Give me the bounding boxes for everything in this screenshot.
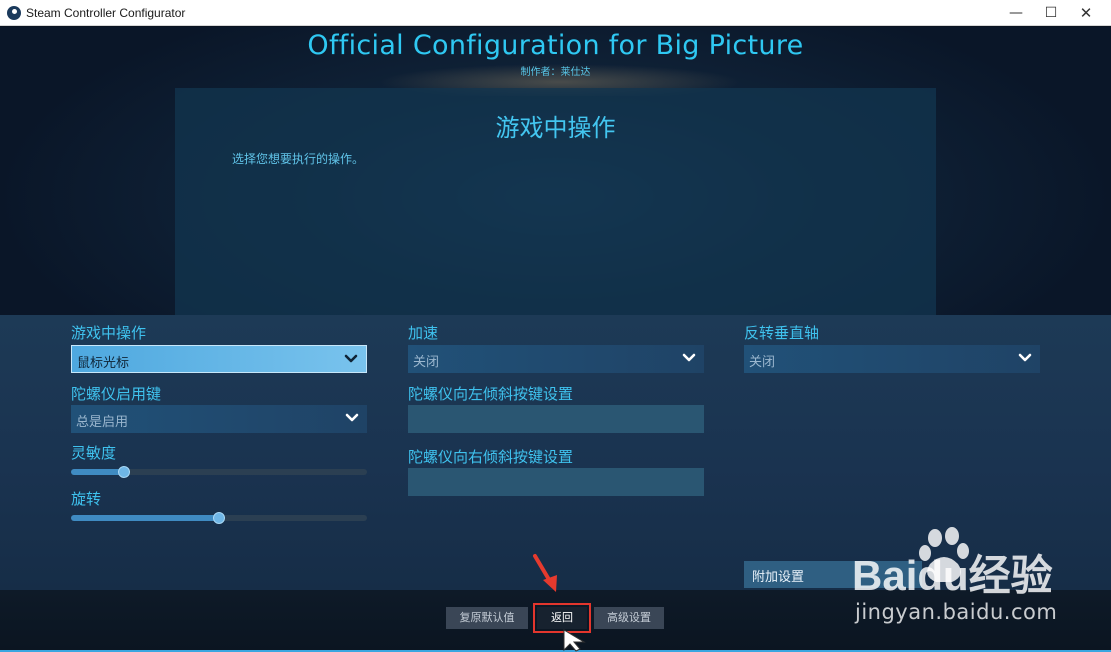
invert-vertical-value: 关闭 <box>749 355 776 370</box>
minimize-button[interactable]: — <box>998 0 1034 26</box>
gyro-tilt-right-label: 陀螺仪向右倾斜按键设置 <box>408 448 574 466</box>
chevron-down-icon <box>345 413 359 422</box>
in-game-action-value: 鼠标光标 <box>77 356 130 371</box>
close-button[interactable]: ✕ <box>1068 0 1104 26</box>
gyro-enable-value: 总是启用 <box>76 415 129 430</box>
panel-description: 选择您想要执行的操作。 <box>232 152 365 166</box>
rotation-slider-fill <box>71 515 219 521</box>
invert-vertical-dropdown[interactable]: 关闭 <box>744 345 1040 373</box>
gyro-enable-dropdown[interactable]: 总是启用 <box>71 405 367 433</box>
sensitivity-label: 灵敏度 <box>71 444 117 462</box>
rotation-slider[interactable] <box>71 512 367 524</box>
chevron-down-icon <box>1018 353 1032 362</box>
acceleration-label: 加速 <box>408 324 439 342</box>
rotation-slider-thumb[interactable] <box>213 512 225 524</box>
sensitivity-slider-fill <box>71 469 124 475</box>
rotation-label: 旋转 <box>71 490 102 508</box>
maximize-button[interactable]: ☐ <box>1033 0 1069 26</box>
gyro-tilt-left-binding[interactable] <box>408 405 704 433</box>
watermark-brand: Baidu经验 <box>852 552 1053 599</box>
steam-icon <box>7 6 21 20</box>
window-title: Steam Controller Configurator <box>26 6 186 20</box>
title-bar: Steam Controller Configurator — ☐ ✕ <box>0 0 1111 26</box>
config-author: 制作者：莱仕达 <box>520 67 591 78</box>
red-arrow-icon <box>533 554 557 592</box>
restore-defaults-button[interactable]: 复原默认值 <box>446 607 528 629</box>
chevron-down-icon <box>344 354 358 363</box>
additional-settings-label: 附加设置 <box>752 570 805 585</box>
watermark-url: jingyan.baidu.com <box>855 600 1058 624</box>
invert-vertical-label: 反转垂直轴 <box>744 324 820 342</box>
acceleration-dropdown[interactable]: 关闭 <box>408 345 704 373</box>
gyro-tilt-left-label: 陀螺仪向左倾斜按键设置 <box>408 385 574 403</box>
gyro-tilt-right-binding[interactable] <box>408 468 704 496</box>
advanced-settings-button[interactable]: 高级设置 <box>594 607 664 629</box>
sensitivity-slider[interactable] <box>71 466 367 478</box>
chevron-down-icon <box>682 353 696 362</box>
acceleration-value: 关闭 <box>413 355 440 370</box>
panel-heading: 游戏中操作 <box>495 114 616 142</box>
in-game-action-dropdown[interactable]: 鼠标光标 <box>71 345 367 373</box>
config-title: Official Configuration for Big Picture <box>307 30 804 61</box>
mouse-cursor-icon <box>563 629 586 652</box>
gyro-enable-label: 陀螺仪启用键 <box>71 385 162 403</box>
in-game-action-label: 游戏中操作 <box>71 324 147 342</box>
sensitivity-slider-thumb[interactable] <box>118 466 130 478</box>
